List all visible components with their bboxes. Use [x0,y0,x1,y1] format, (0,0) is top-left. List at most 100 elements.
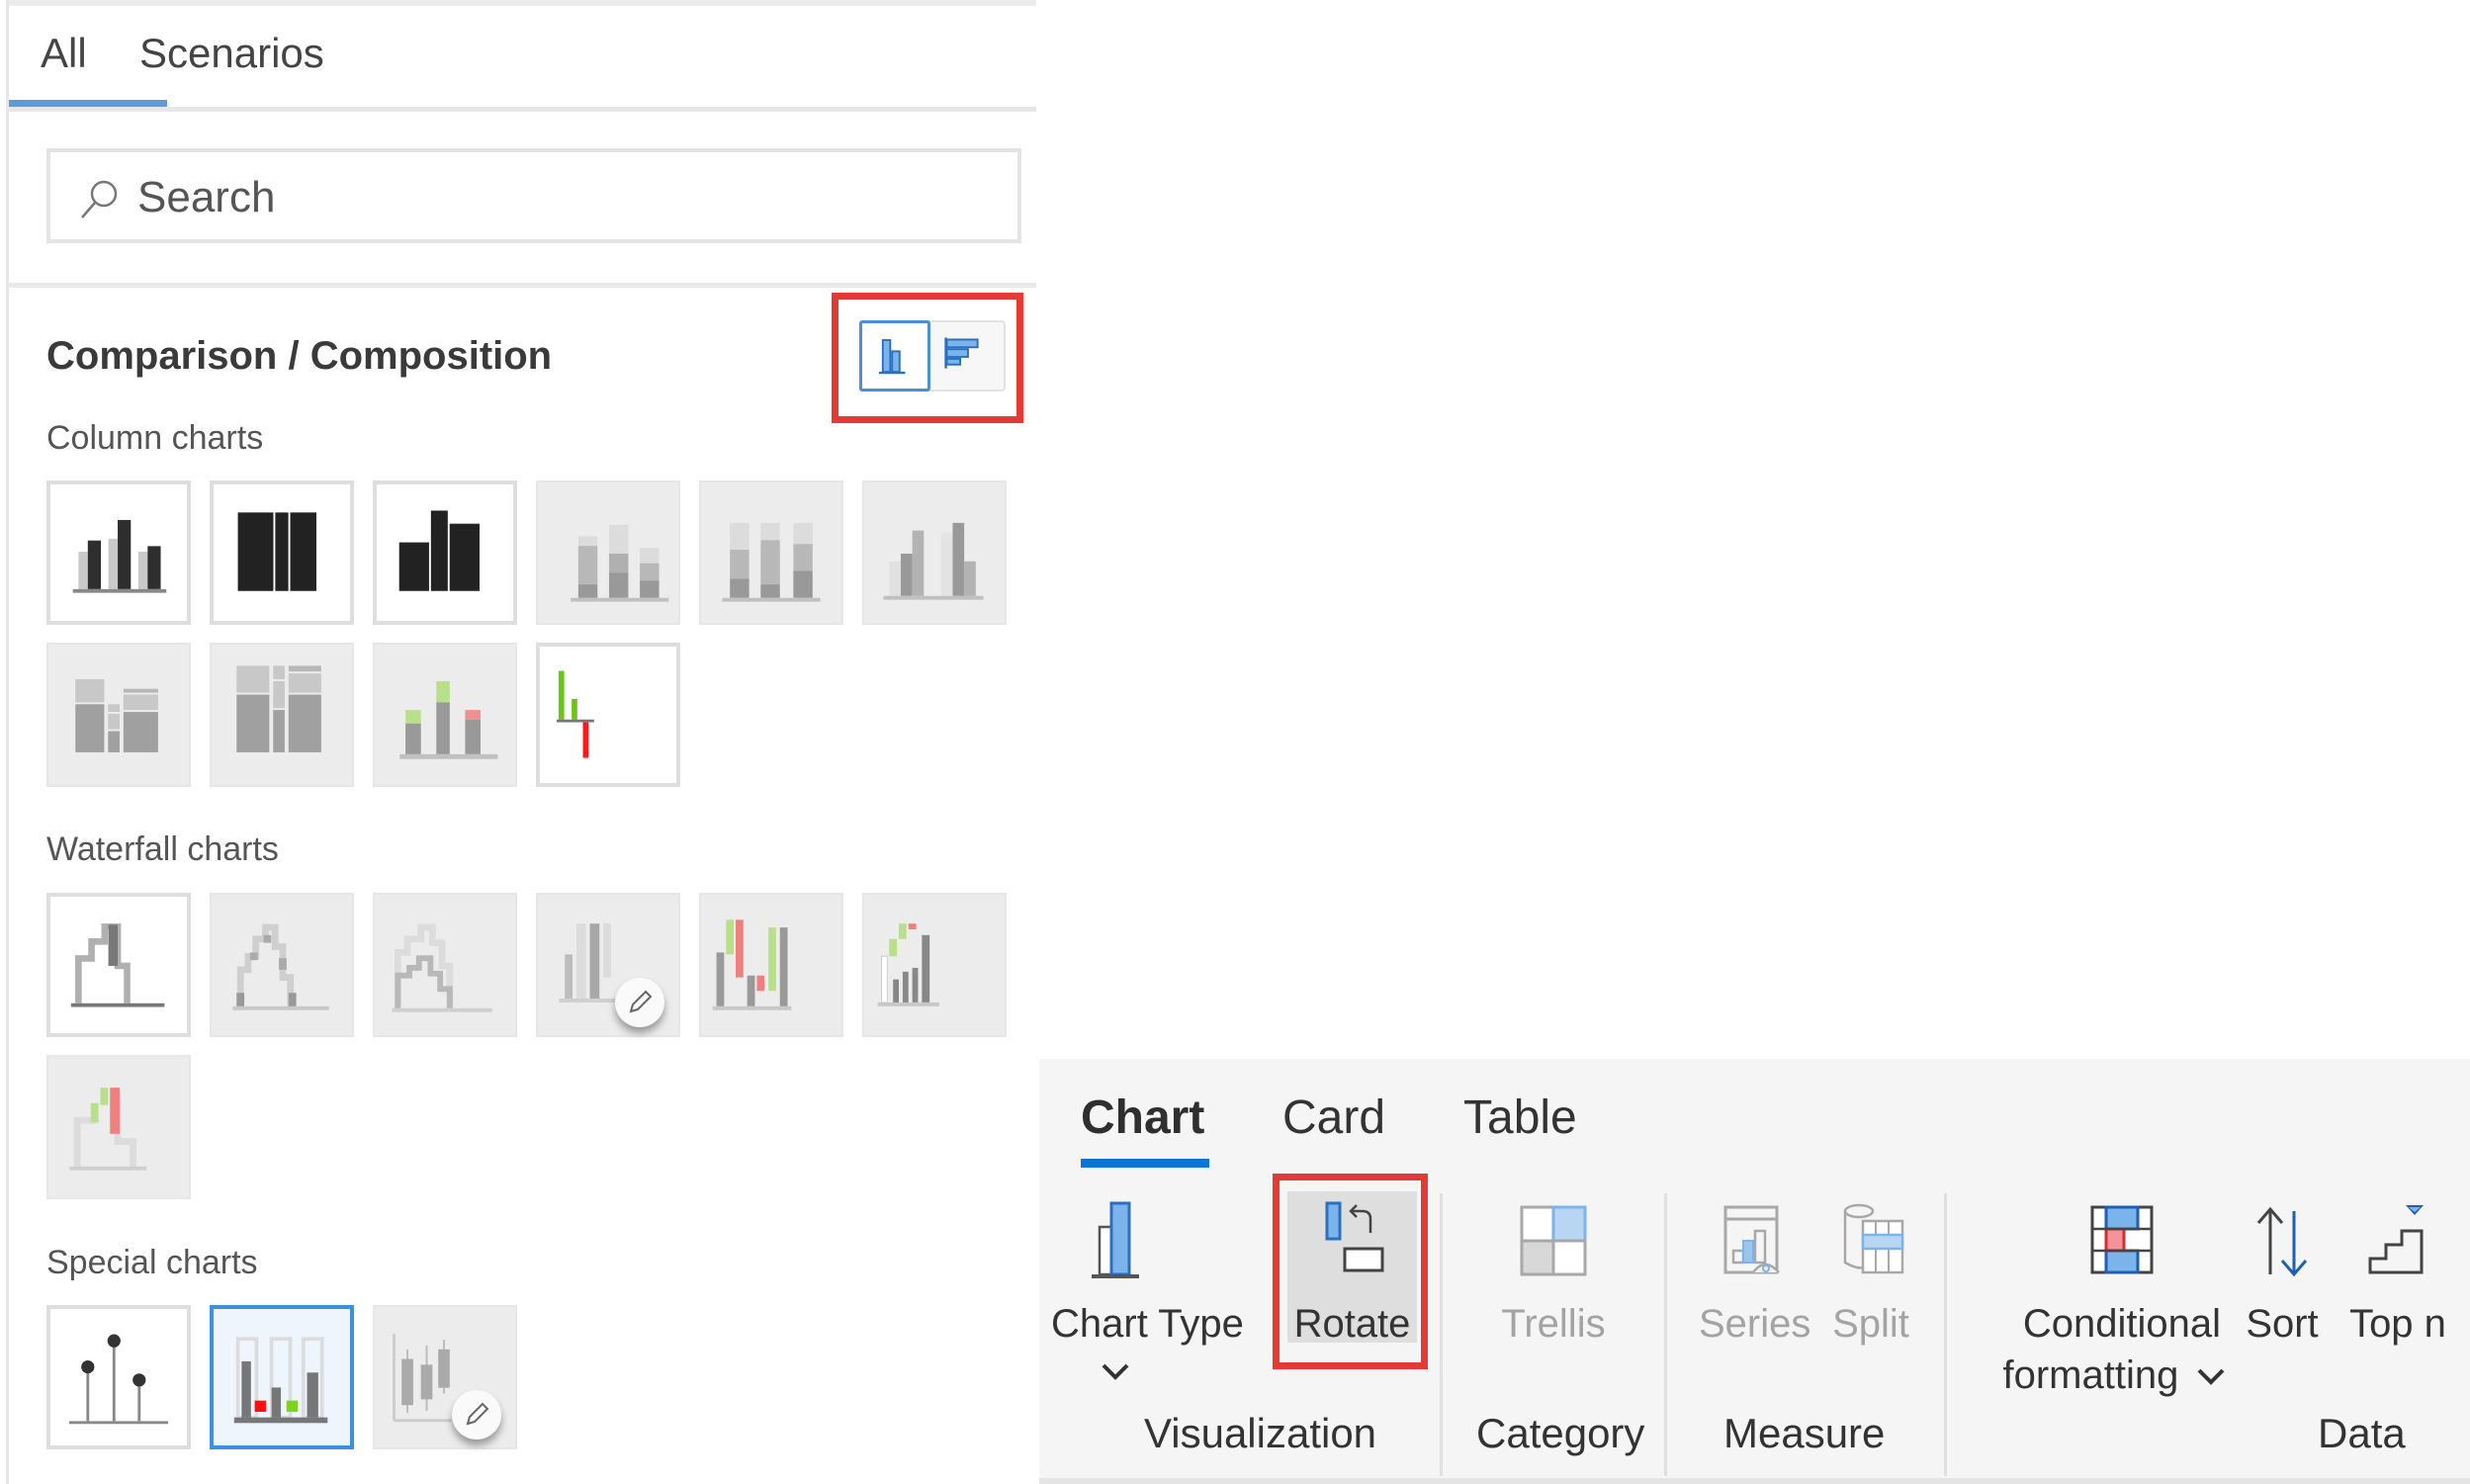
split-button[interactable]: Split [1818,1197,1923,1350]
ribbon-bottom-border [1039,1478,2470,1484]
pencil-icon [629,990,653,1013]
group-title-waterfall-charts: Waterfall charts [46,830,279,868]
conditional-formatting-label-line2: formatting [1997,1350,2235,1401]
edit-badge[interactable] [452,1390,501,1440]
chart-tile-grouped-column[interactable] [46,480,191,625]
lollipop-chart-icon [68,1334,169,1425]
group-separator [1944,1193,1947,1476]
rotate-icon [1325,1201,1383,1272]
full-width-column-chart-icon [237,512,316,591]
chart-type-label: Chart Type [1051,1302,1244,1346]
chart-tile-lollipop[interactable] [46,1305,191,1449]
search-icon [81,180,118,218]
split-label: Split [1832,1302,1909,1346]
tab-all[interactable]: All [41,30,87,77]
delta-waterfall-chart-icon [69,1088,147,1171]
chevron-down-icon [2198,1369,2225,1386]
section-title: Comparison / Composition [46,334,553,378]
variance-stacked-column-chart-icon [399,680,498,759]
chart-tile-overlapping-column[interactable] [862,480,1007,625]
variance-waterfall-chart-icon [712,919,792,1010]
stacked-waterfall-chart-icon [232,923,329,1010]
group-label-data: Data [2318,1410,2406,1456]
group-label-category: Category [1476,1410,1645,1456]
chart-tile-mosaic[interactable] [210,643,354,787]
tabs-divider [9,107,1036,112]
trellis-label: Trellis [1501,1302,1606,1346]
formatting-text: formatting [2002,1353,2179,1397]
group-separator [1440,1193,1443,1476]
group-separator [1664,1193,1667,1476]
chart-tile-progress-variance[interactable] [210,1305,354,1449]
trellis-icon [1520,1205,1587,1276]
group-title-column-charts: Column charts [46,419,264,457]
ribbon-tab-chart[interactable]: Chart [1081,1091,1204,1145]
top-n-button[interactable]: Top n [2342,1197,2453,1350]
series-label: Series [1699,1302,1811,1346]
chevron-down-icon [1102,1363,1129,1380]
search-box[interactable] [46,148,1021,243]
group-label-measure: Measure [1723,1410,1886,1456]
chart-type-button[interactable]: Chart Type [1051,1197,1244,1387]
panel-top-border [9,0,1036,6]
series-button[interactable]: Series [1699,1197,1811,1350]
top-n-label: Top n [2349,1302,2446,1346]
split-icon [1843,1203,1904,1274]
chart-tile-full-width-column[interactable] [210,480,354,625]
variance-column-chart-icon [557,670,594,758]
horizontal-orientation-button[interactable] [930,320,1002,392]
chart-tile-100-percent-stacked-column[interactable] [699,480,843,625]
chart-tile-variance-waterfall[interactable] [699,893,843,1037]
overlapping-column-chart-icon [883,522,984,600]
chart-tile-delta-waterfall[interactable] [46,1055,191,1199]
series-icon [1723,1205,1780,1274]
conditional-formatting-button[interactable]: Conditional formatting [2003,1197,2241,1401]
sort-label: Sort [2246,1302,2319,1346]
chart-tile-stacked-column[interactable] [536,480,680,625]
variable-width-column-chart-icon [398,510,480,591]
trellis-button[interactable]: Trellis [1489,1197,1618,1350]
tab-scenarios[interactable]: Scenarios [139,30,324,77]
pencil-icon [466,1402,489,1426]
chart-tile-stacked-waterfall-totals[interactable] [373,893,517,1037]
stacked-column-chart-icon [571,524,669,602]
vertical-orientation-button[interactable] [859,320,930,392]
group-title-special-charts: Special charts [46,1244,258,1281]
chart-tile-waterfall[interactable] [46,893,191,1037]
rotate-button[interactable]: Rotate [1287,1197,1417,1350]
sort-button[interactable]: Sort [2236,1197,2329,1350]
chart-tile-custom-waterfall[interactable] [536,893,680,1037]
marimekko-chart-icon [75,679,158,752]
grouped-column-chart-icon [72,519,167,593]
mosaic-chart-icon [236,665,321,752]
chart-tile-stacked-waterfall[interactable] [210,893,354,1037]
column-chart-orientation-icon [879,339,906,375]
progress-variance-chart-icon [233,1337,328,1424]
sort-icon [2256,1206,2308,1277]
waterfall-chart-icon [70,922,165,1007]
100-percent-stacked-column-chart-icon [722,522,821,602]
rotate-label: Rotate [1293,1302,1411,1346]
chart-tile-box-plot[interactable] [373,1305,517,1449]
stacked-waterfall-totals-icon [392,923,492,1012]
chart-tile-bridge-waterfall[interactable] [862,893,1007,1037]
orientation-toggle [859,320,1006,392]
conditional-formatting-label: Conditional [2022,1302,2222,1346]
chart-tile-variable-width-column[interactable] [373,480,517,625]
conditional-formatting-icon [2090,1205,2154,1274]
chart-tile-variance-column[interactable] [536,643,680,787]
ribbon-tab-table[interactable]: Table [1463,1091,1577,1145]
ribbon-active-tab-indicator [1081,1159,1209,1168]
ribbon-toolbar: Chart Card Table Chart Type Rotate Visua… [1039,1059,2470,1484]
active-tab-indicator [9,100,167,107]
bar-chart-orientation-icon [944,337,979,369]
chart-tile-marimekko[interactable] [46,643,191,787]
search-divider [9,283,1036,288]
search-input[interactable] [135,162,980,233]
chart-tile-variance-stacked-column[interactable] [373,643,517,787]
chart-picker-panel: All Scenarios Comparison / Composition [6,0,1036,1484]
edit-badge[interactable] [615,978,664,1027]
chart-type-icon [1092,1201,1139,1278]
top-n-icon [2368,1205,2424,1274]
ribbon-tab-card[interactable]: Card [1282,1091,1385,1145]
